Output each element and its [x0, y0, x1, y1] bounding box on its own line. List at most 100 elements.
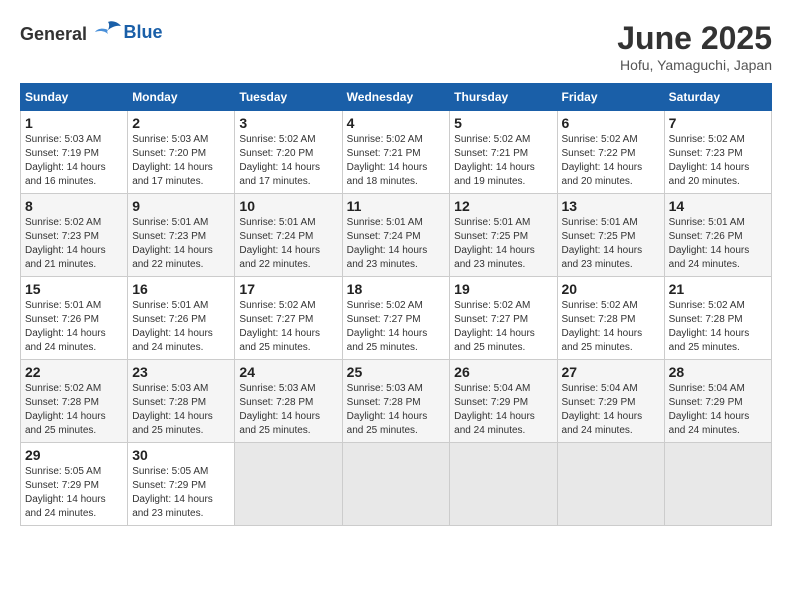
day-detail: Sunrise: 5:02 AMSunset: 7:28 PMDaylight:…	[669, 300, 750, 353]
calendar-cell: 5 Sunrise: 5:02 AMSunset: 7:21 PMDayligh…	[450, 111, 557, 194]
day-detail: Sunrise: 5:04 AMSunset: 7:29 PMDaylight:…	[669, 383, 750, 436]
day-detail: Sunrise: 5:04 AMSunset: 7:29 PMDaylight:…	[562, 383, 643, 436]
day-detail: Sunrise: 5:03 AMSunset: 7:19 PMDaylight:…	[25, 134, 106, 187]
day-detail: Sunrise: 5:02 AMSunset: 7:23 PMDaylight:…	[669, 134, 750, 187]
day-detail: Sunrise: 5:01 AMSunset: 7:26 PMDaylight:…	[25, 300, 106, 353]
day-number: 12	[454, 198, 552, 214]
calendar-cell: 18 Sunrise: 5:02 AMSunset: 7:27 PMDaylig…	[342, 277, 450, 360]
calendar-week-row: 8 Sunrise: 5:02 AMSunset: 7:23 PMDayligh…	[21, 194, 772, 277]
day-detail: Sunrise: 5:01 AMSunset: 7:26 PMDaylight:…	[669, 217, 750, 270]
calendar-cell: 23 Sunrise: 5:03 AMSunset: 7:28 PMDaylig…	[128, 360, 235, 443]
header-monday: Monday	[128, 84, 235, 111]
calendar-week-row: 22 Sunrise: 5:02 AMSunset: 7:28 PMDaylig…	[21, 360, 772, 443]
day-number: 8	[25, 198, 123, 214]
calendar-cell: 15 Sunrise: 5:01 AMSunset: 7:26 PMDaylig…	[21, 277, 128, 360]
calendar-week-row: 1 Sunrise: 5:03 AMSunset: 7:19 PMDayligh…	[21, 111, 772, 194]
day-detail: Sunrise: 5:03 AMSunset: 7:28 PMDaylight:…	[347, 383, 428, 436]
calendar-cell	[450, 443, 557, 526]
calendar-cell: 28 Sunrise: 5:04 AMSunset: 7:29 PMDaylig…	[664, 360, 771, 443]
day-number: 5	[454, 115, 552, 131]
calendar-table: Sunday Monday Tuesday Wednesday Thursday…	[20, 83, 772, 526]
day-detail: Sunrise: 5:02 AMSunset: 7:28 PMDaylight:…	[562, 300, 643, 353]
day-number: 3	[239, 115, 337, 131]
day-detail: Sunrise: 5:03 AMSunset: 7:28 PMDaylight:…	[132, 383, 213, 436]
calendar-cell: 8 Sunrise: 5:02 AMSunset: 7:23 PMDayligh…	[21, 194, 128, 277]
day-detail: Sunrise: 5:03 AMSunset: 7:20 PMDaylight:…	[132, 134, 213, 187]
calendar-cell: 3 Sunrise: 5:02 AMSunset: 7:20 PMDayligh…	[235, 111, 342, 194]
day-number: 27	[562, 364, 660, 380]
calendar-cell: 29 Sunrise: 5:05 AMSunset: 7:29 PMDaylig…	[21, 443, 128, 526]
day-detail: Sunrise: 5:03 AMSunset: 7:28 PMDaylight:…	[239, 383, 320, 436]
day-number: 24	[239, 364, 337, 380]
calendar-cell: 7 Sunrise: 5:02 AMSunset: 7:23 PMDayligh…	[664, 111, 771, 194]
calendar-cell: 30 Sunrise: 5:05 AMSunset: 7:29 PMDaylig…	[128, 443, 235, 526]
day-detail: Sunrise: 5:01 AMSunset: 7:25 PMDaylight:…	[454, 217, 535, 270]
header-wednesday: Wednesday	[342, 84, 450, 111]
day-detail: Sunrise: 5:02 AMSunset: 7:27 PMDaylight:…	[454, 300, 535, 353]
header: General Blue June 2025 Hofu, Yamaguchi, …	[20, 20, 772, 73]
calendar-cell: 26 Sunrise: 5:04 AMSunset: 7:29 PMDaylig…	[450, 360, 557, 443]
header-thursday: Thursday	[450, 84, 557, 111]
calendar-title: June 2025	[617, 20, 772, 57]
day-number: 2	[132, 115, 230, 131]
calendar-cell: 13 Sunrise: 5:01 AMSunset: 7:25 PMDaylig…	[557, 194, 664, 277]
calendar-cell	[342, 443, 450, 526]
header-sunday: Sunday	[21, 84, 128, 111]
day-number: 26	[454, 364, 552, 380]
day-number: 14	[669, 198, 767, 214]
day-detail: Sunrise: 5:02 AMSunset: 7:23 PMDaylight:…	[25, 217, 106, 270]
calendar-cell: 19 Sunrise: 5:02 AMSunset: 7:27 PMDaylig…	[450, 277, 557, 360]
day-detail: Sunrise: 5:02 AMSunset: 7:21 PMDaylight:…	[347, 134, 428, 187]
logo-general-text: General	[20, 24, 87, 44]
day-detail: Sunrise: 5:04 AMSunset: 7:29 PMDaylight:…	[454, 383, 535, 436]
day-detail: Sunrise: 5:02 AMSunset: 7:28 PMDaylight:…	[25, 383, 106, 436]
logo: General Blue	[20, 20, 163, 45]
day-number: 13	[562, 198, 660, 214]
day-number: 30	[132, 447, 230, 463]
day-number: 10	[239, 198, 337, 214]
header-tuesday: Tuesday	[235, 84, 342, 111]
day-detail: Sunrise: 5:02 AMSunset: 7:20 PMDaylight:…	[239, 134, 320, 187]
calendar-week-row: 15 Sunrise: 5:01 AMSunset: 7:26 PMDaylig…	[21, 277, 772, 360]
day-number: 28	[669, 364, 767, 380]
day-number: 6	[562, 115, 660, 131]
calendar-cell: 20 Sunrise: 5:02 AMSunset: 7:28 PMDaylig…	[557, 277, 664, 360]
weekday-header-row: Sunday Monday Tuesday Wednesday Thursday…	[21, 84, 772, 111]
day-detail: Sunrise: 5:01 AMSunset: 7:26 PMDaylight:…	[132, 300, 213, 353]
calendar-cell: 27 Sunrise: 5:04 AMSunset: 7:29 PMDaylig…	[557, 360, 664, 443]
day-number: 21	[669, 281, 767, 297]
calendar-cell: 1 Sunrise: 5:03 AMSunset: 7:19 PMDayligh…	[21, 111, 128, 194]
logo-bird-icon	[94, 20, 122, 40]
calendar-cell: 14 Sunrise: 5:01 AMSunset: 7:26 PMDaylig…	[664, 194, 771, 277]
calendar-cell: 9 Sunrise: 5:01 AMSunset: 7:23 PMDayligh…	[128, 194, 235, 277]
day-number: 11	[347, 198, 446, 214]
calendar-cell: 4 Sunrise: 5:02 AMSunset: 7:21 PMDayligh…	[342, 111, 450, 194]
header-saturday: Saturday	[664, 84, 771, 111]
calendar-cell: 2 Sunrise: 5:03 AMSunset: 7:20 PMDayligh…	[128, 111, 235, 194]
day-number: 20	[562, 281, 660, 297]
day-number: 15	[25, 281, 123, 297]
calendar-subtitle: Hofu, Yamaguchi, Japan	[617, 57, 772, 73]
calendar-cell	[664, 443, 771, 526]
day-number: 1	[25, 115, 123, 131]
day-number: 7	[669, 115, 767, 131]
calendar-cell: 11 Sunrise: 5:01 AMSunset: 7:24 PMDaylig…	[342, 194, 450, 277]
header-friday: Friday	[557, 84, 664, 111]
calendar-cell: 21 Sunrise: 5:02 AMSunset: 7:28 PMDaylig…	[664, 277, 771, 360]
day-detail: Sunrise: 5:02 AMSunset: 7:22 PMDaylight:…	[562, 134, 643, 187]
day-detail: Sunrise: 5:01 AMSunset: 7:24 PMDaylight:…	[347, 217, 428, 270]
day-detail: Sunrise: 5:02 AMSunset: 7:27 PMDaylight:…	[239, 300, 320, 353]
calendar-cell: 22 Sunrise: 5:02 AMSunset: 7:28 PMDaylig…	[21, 360, 128, 443]
calendar-cell	[557, 443, 664, 526]
day-number: 29	[25, 447, 123, 463]
day-number: 9	[132, 198, 230, 214]
day-detail: Sunrise: 5:01 AMSunset: 7:24 PMDaylight:…	[239, 217, 320, 270]
day-detail: Sunrise: 5:01 AMSunset: 7:23 PMDaylight:…	[132, 217, 213, 270]
logo-blue-text: Blue	[124, 22, 163, 42]
day-number: 25	[347, 364, 446, 380]
day-number: 16	[132, 281, 230, 297]
day-detail: Sunrise: 5:05 AMSunset: 7:29 PMDaylight:…	[25, 466, 106, 519]
day-number: 18	[347, 281, 446, 297]
calendar-cell: 24 Sunrise: 5:03 AMSunset: 7:28 PMDaylig…	[235, 360, 342, 443]
calendar-cell: 17 Sunrise: 5:02 AMSunset: 7:27 PMDaylig…	[235, 277, 342, 360]
